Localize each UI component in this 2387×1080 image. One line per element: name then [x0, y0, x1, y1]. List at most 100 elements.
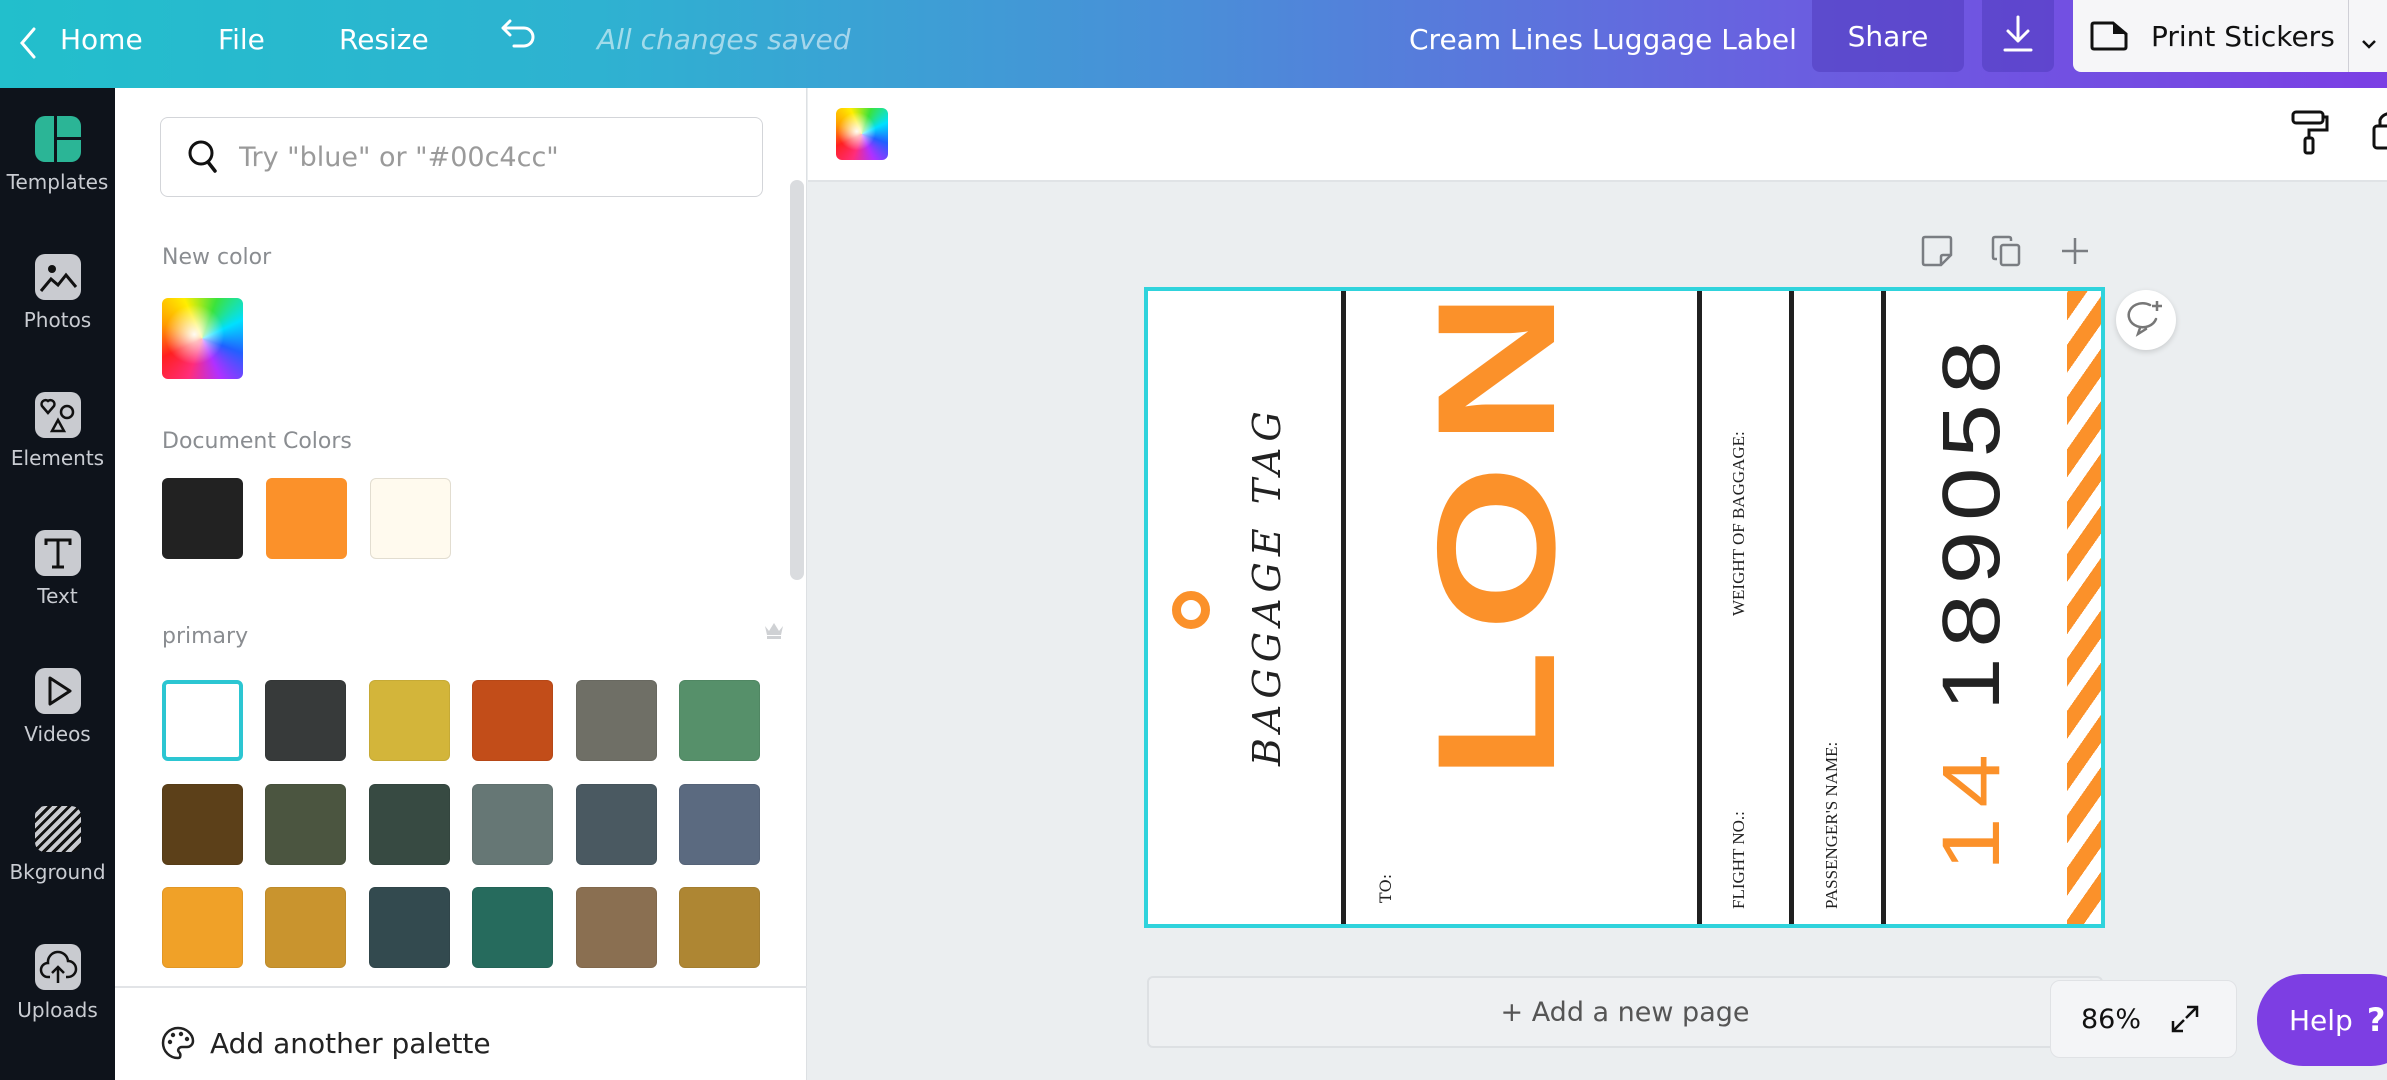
sidebar-item-templates[interactable]: Templates [0, 88, 115, 208]
notes-icon[interactable] [1920, 234, 1954, 272]
sidebar-item-videos[interactable]: Videos [0, 640, 115, 760]
help-label: Help [2289, 1003, 2353, 1037]
weight-of-baggage-label[interactable]: WEIGHT OF BAGGAGE: [1729, 431, 1749, 616]
lock-icon[interactable] [2372, 108, 2387, 160]
sidebar-item-elements[interactable]: Elements [0, 364, 115, 484]
comment-plus-icon [2126, 299, 2166, 341]
photos-icon [34, 254, 81, 300]
new-color-swatch[interactable] [162, 298, 243, 379]
panel-scrollbar[interactable] [790, 180, 804, 580]
panel-divider [115, 986, 807, 988]
baggage-tag-title[interactable]: BAGGAGE TAG [1245, 405, 1289, 766]
sidebar-label: Templates [6, 170, 109, 194]
templates-icon [34, 116, 81, 162]
undo-icon[interactable] [500, 17, 538, 57]
download-icon [2001, 15, 2035, 57]
help-button[interactable]: Help ? [2257, 974, 2387, 1066]
palette-color-swatch[interactable] [368, 680, 450, 761]
file-menu-button[interactable]: File [218, 20, 265, 60]
chevron-down-icon[interactable] [2361, 26, 2377, 59]
paint-roller-icon[interactable] [2290, 108, 2330, 160]
videos-icon [34, 668, 81, 714]
print-stickers-label: Print Stickers [2151, 19, 2335, 53]
palette-color-swatch[interactable] [162, 680, 243, 761]
editor-toolbar [808, 88, 2387, 182]
document-color-swatch[interactable] [162, 478, 243, 559]
divider-line [1881, 291, 1886, 924]
add-new-page-button[interactable]: + Add a new page [1147, 976, 2103, 1048]
add-page-plus-icon[interactable] [2060, 236, 2090, 270]
palette-color-swatch[interactable] [575, 680, 657, 761]
add-page-label: + Add a new page [1500, 996, 1750, 1028]
text-color-button[interactable] [836, 108, 888, 160]
palette-color-swatch[interactable] [679, 887, 760, 968]
zoom-control[interactable]: 86% [2050, 980, 2237, 1058]
tag-prefix-number[interactable]: 14 [1926, 744, 2017, 871]
palette-color-swatch[interactable] [162, 783, 243, 865]
document-title[interactable]: Cream Lines Luggage Label [1409, 20, 1797, 60]
print-divider [2348, 0, 2349, 72]
color-search-input[interactable] [239, 141, 739, 173]
palette-color-swatch[interactable] [472, 783, 554, 865]
palette-color-swatch[interactable] [472, 680, 554, 761]
save-status: All changes saved [597, 23, 851, 56]
sidebar-label: Videos [24, 722, 91, 746]
add-comment-button[interactable] [2116, 290, 2176, 350]
sidebar: Templates Photos Elements Text Videos Bk… [0, 88, 115, 1080]
flight-number-label[interactable]: FLIGHT NO.: [1729, 811, 1749, 909]
palette-color-swatch[interactable] [265, 680, 347, 761]
resize-button[interactable]: Resize [339, 20, 429, 60]
palette-name: primary [162, 624, 249, 649]
document-color-swatch[interactable] [266, 478, 347, 559]
palette-color-swatch[interactable] [162, 887, 243, 968]
sidebar-item-uploads[interactable]: Uploads [0, 916, 115, 1036]
palette-color-swatch[interactable] [265, 887, 347, 968]
divider-line [1789, 291, 1794, 924]
palette-color-swatch[interactable] [368, 887, 450, 968]
elements-icon [34, 392, 81, 438]
search-icon [187, 139, 219, 175]
sidebar-label: Photos [23, 308, 92, 332]
background-icon [34, 806, 81, 852]
to-label[interactable]: TO: [1376, 874, 1395, 903]
fullscreen-icon[interactable] [2169, 1003, 2201, 1035]
divider-line [1697, 291, 1702, 924]
print-stickers-button[interactable]: Print Stickers [2073, 0, 2387, 72]
sidebar-label: Text [37, 584, 78, 608]
add-palette-label: Add another palette [210, 1026, 491, 1060]
top-bar: Home File Resize All changes saved Cream… [0, 0, 2387, 88]
palette-color-swatch[interactable] [679, 783, 760, 865]
crown-icon [763, 620, 785, 644]
passenger-name-label[interactable]: PASSENGER'S NAME: [1822, 742, 1842, 909]
tag-number[interactable]: 189058 [1926, 331, 2017, 711]
share-button[interactable]: Share [1812, 0, 1964, 72]
color-panel: New color Document Colors primary Add an… [115, 88, 807, 1080]
sidebar-item-text[interactable]: Text [0, 502, 115, 622]
palette-color-swatch[interactable] [368, 783, 450, 865]
uploads-icon [34, 944, 81, 990]
new-color-label: New color [162, 245, 272, 270]
zoom-level[interactable]: 86% [2081, 1004, 2141, 1035]
divider-line [1341, 291, 1346, 924]
destination-code[interactable]: LON [1402, 291, 1590, 781]
home-button[interactable]: Home [60, 20, 143, 60]
sidebar-label: Elements [10, 446, 105, 470]
add-palette-button[interactable]: Add another palette [160, 1018, 491, 1068]
sidebar-item-background[interactable]: Bkground [0, 778, 115, 898]
palette-color-swatch[interactable] [575, 887, 657, 968]
sidebar-item-photos[interactable]: Photos [0, 226, 115, 346]
color-search-box[interactable] [160, 117, 763, 197]
design-canvas[interactable]: BAGGAGE TAG TO: LON WEIGHT OF BAGGAGE: F… [1144, 287, 2105, 928]
palette-color-swatch[interactable] [679, 680, 760, 761]
palette-color-swatch[interactable] [472, 887, 554, 968]
sidebar-label: Bkground [9, 860, 106, 884]
palette-color-swatch[interactable] [575, 783, 657, 865]
palette-color-swatch[interactable] [265, 783, 347, 865]
share-label: Share [1847, 19, 1929, 53]
document-colors-label: Document Colors [162, 429, 352, 454]
download-button[interactable] [1982, 0, 2054, 72]
duplicate-page-icon[interactable] [1990, 234, 2022, 272]
orange-stripe-band [2067, 291, 2101, 924]
back-chevron-icon[interactable] [18, 26, 38, 64]
document-color-swatch[interactable] [370, 478, 451, 559]
